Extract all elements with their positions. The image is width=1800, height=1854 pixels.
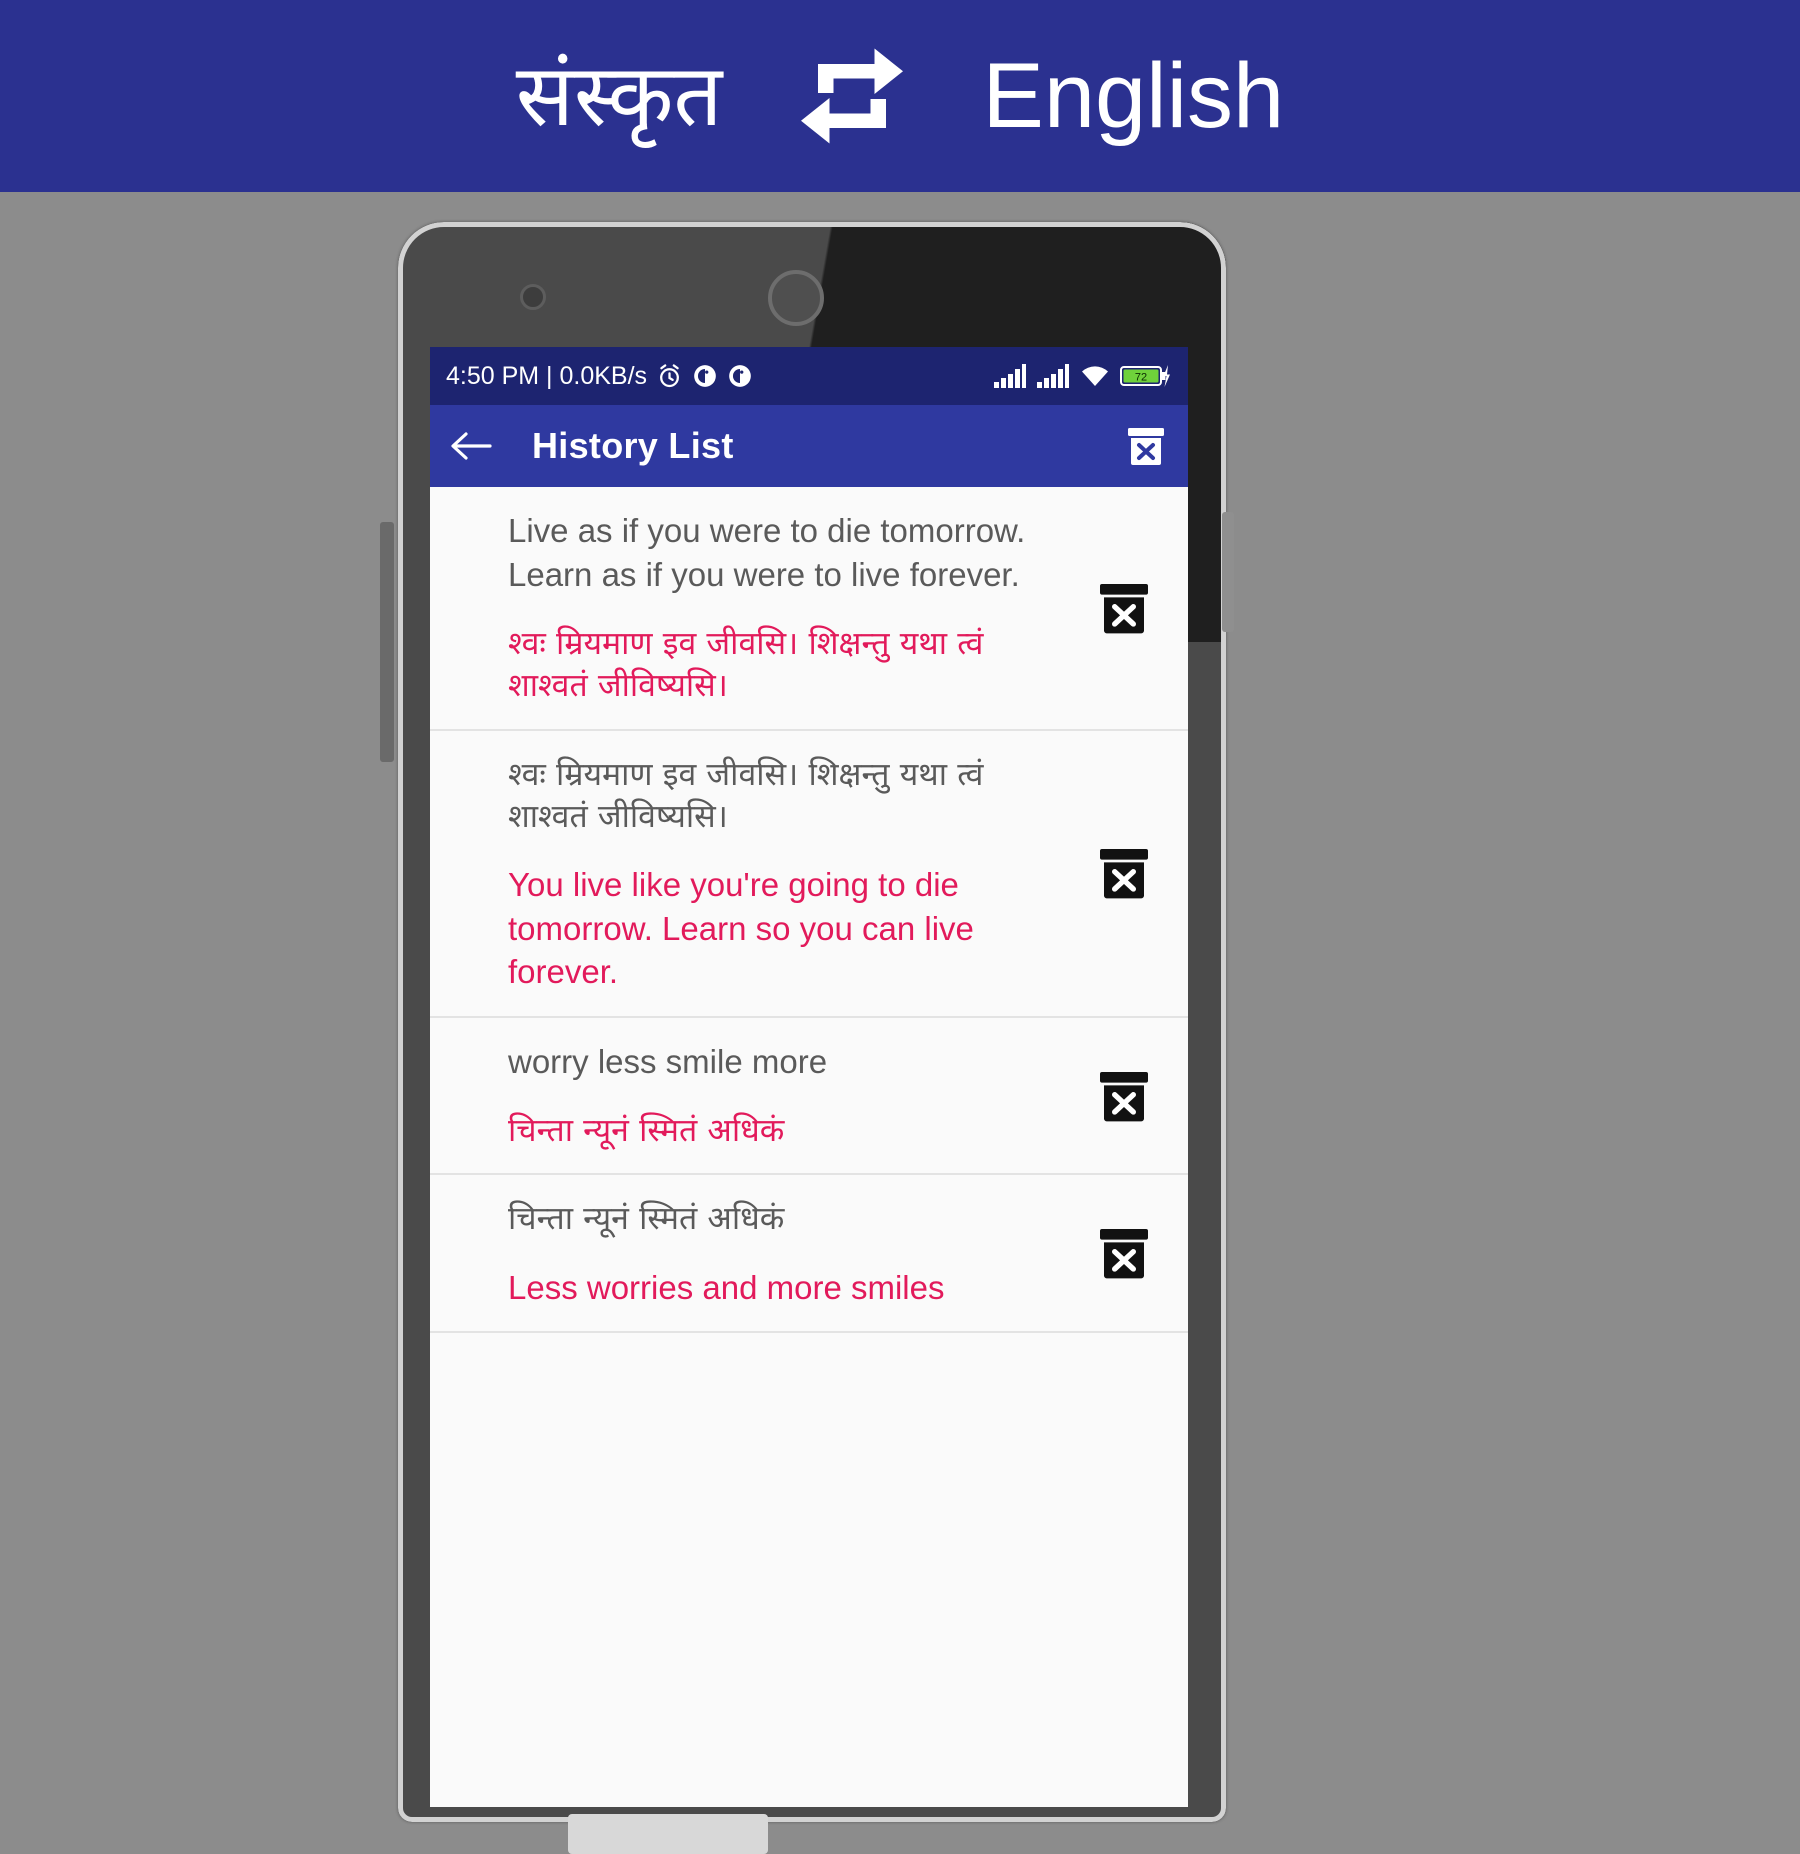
history-list-empty-space	[430, 1333, 1188, 1754]
status-bar-right: 72	[993, 363, 1172, 389]
phone-screen: 4:50 PM | 0.0KB/s 72 History List Live a…	[430, 347, 1188, 1807]
wifi-icon	[1079, 363, 1111, 389]
history-list-item[interactable]: worry less smile more चिन्ता न्यूनं स्मि…	[430, 1017, 1188, 1176]
back-arrow-icon[interactable]	[448, 426, 492, 466]
history-item-texts: Live as if you were to die tomorrow. Lea…	[508, 509, 1070, 707]
delete-item-icon[interactable]	[1070, 576, 1178, 640]
page-title: History List	[532, 425, 734, 466]
alarm-clock-icon	[656, 363, 683, 390]
history-translated-text: चिन्ता न्यूनं स्मितं अधिकं	[508, 1111, 785, 1150]
history-source-text: worry less smile more	[508, 1042, 828, 1080]
phone-mockup: 4:50 PM | 0.0KB/s 72 History List Live a…	[380, 222, 1234, 1854]
status-clock-and-network: 4:50 PM | 0.0KB/s	[446, 361, 648, 390]
history-item-texts: श्वः म्रियमाण इव जीवसि। शिक्षन्तु यथा त्…	[508, 753, 1070, 994]
notification-dot-icon	[692, 363, 718, 389]
history-list-item[interactable]: Live as if you were to die tomorrow. Lea…	[430, 487, 1188, 731]
battery-level-text: 72	[1135, 371, 1147, 383]
power-button[interactable]	[1222, 512, 1234, 632]
language-pair-banner: संस्कृत English	[0, 0, 1800, 192]
front-camera-icon	[520, 284, 546, 310]
history-item-texts: worry less smile more चिन्ता न्यूनं स्मि…	[508, 1040, 1070, 1152]
status-bar: 4:50 PM | 0.0KB/s 72	[430, 347, 1188, 405]
battery-charging-icon: 72	[1120, 363, 1172, 389]
source-language-label[interactable]: संस्कृत	[516, 53, 723, 139]
history-source-text: चिन्ता न्यूनं स्मितं अधिकं	[508, 1199, 785, 1238]
signal-bars-icon	[1036, 363, 1070, 389]
swap-arrows-icon[interactable]	[792, 36, 912, 156]
phone-body: 4:50 PM | 0.0KB/s 72 History List Live a…	[398, 222, 1226, 1822]
delete-all-icon[interactable]	[1122, 422, 1170, 470]
delete-item-icon[interactable]	[1070, 841, 1178, 905]
signal-bars-icon	[993, 363, 1027, 389]
delete-item-icon[interactable]	[1070, 1221, 1178, 1285]
history-source-text: श्वः म्रियमाण इव जीवसि। शिक्षन्तु यथा त्…	[508, 754, 984, 835]
volume-button[interactable]	[380, 522, 394, 762]
history-translated-text: Less worries and more smiles	[508, 1268, 945, 1306]
navigation-bar-hint	[568, 1814, 768, 1854]
history-list[interactable]: Live as if you were to die tomorrow. Lea…	[430, 487, 1188, 1754]
target-language-label[interactable]: English	[982, 50, 1284, 142]
earpiece-speaker-icon	[768, 270, 824, 326]
delete-item-icon[interactable]	[1070, 1064, 1178, 1128]
history-list-item[interactable]: श्वः म्रियमाण इव जीवसि। शिक्षन्तु यथा त्…	[430, 730, 1188, 1018]
history-source-text: Live as if you were to die tomorrow. Lea…	[508, 512, 1026, 593]
app-toolbar: History List	[430, 405, 1188, 487]
history-translated-text: श्वः म्रियमाण इव जीवसि। शिक्षन्तु यथा त्…	[508, 624, 984, 705]
history-item-texts: चिन्ता न्यूनं स्मितं अधिकं Less worries …	[508, 1197, 1070, 1309]
history-list-item[interactable]: चिन्ता न्यूनं स्मितं अधिकं Less worries …	[430, 1175, 1188, 1334]
history-translated-text: You live like you're going to die tomorr…	[508, 866, 974, 991]
status-bar-left: 4:50 PM | 0.0KB/s	[446, 362, 993, 391]
notification-dot-icon	[727, 363, 753, 389]
